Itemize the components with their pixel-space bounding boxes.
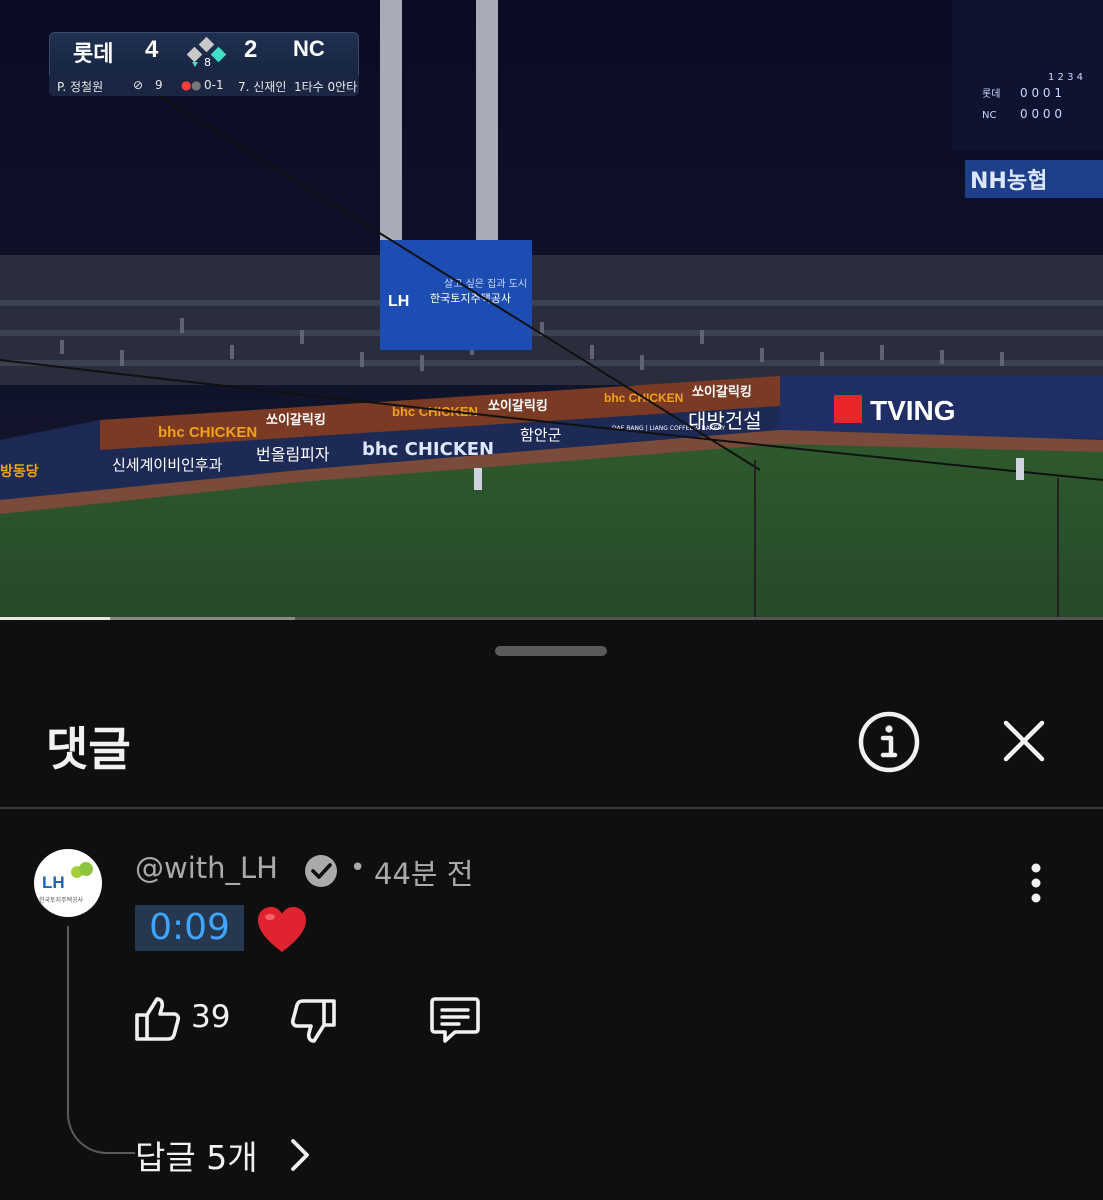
batter-stat: 1타수 0안타 xyxy=(294,80,358,94)
lh-leaf-icon xyxy=(71,862,93,878)
player xyxy=(474,468,482,490)
ad-ssoi-3: 쏘이갈릭킹 xyxy=(692,384,752,399)
lh-logo: LH xyxy=(388,293,409,310)
lh-name: 한국토지주택공사 xyxy=(430,292,511,305)
like-count: 39 xyxy=(191,999,231,1035)
thumb-down-icon[interactable] xyxy=(290,997,338,1045)
light-pole xyxy=(380,0,402,245)
verified-check-icon xyxy=(305,855,337,887)
ad-pizza: 번올림피자 xyxy=(256,445,330,464)
out-indicator: ● xyxy=(181,78,192,92)
inning-number: 8 xyxy=(204,56,211,69)
comments-sheet: 댓글 LH 한국토지주택공사 @with_LH • 44분 전 0:09 39 xyxy=(0,621,1103,1200)
ad-haman: 함안군 xyxy=(520,426,562,444)
ad-tving: TVING xyxy=(870,395,956,426)
video-player[interactable]: 살고 싶은 집과 도시 한국토지주택공사 LH NH농협 1 2 3 4 롯데 … xyxy=(0,0,1103,620)
ad-daebang: 대방건설 xyxy=(688,409,762,433)
comment-author[interactable]: @with_LH xyxy=(135,851,278,885)
red-heart-emoji xyxy=(258,907,306,952)
close-icon[interactable] xyxy=(996,713,1052,769)
team-right: NC xyxy=(293,36,325,61)
ad-ssoi-1: 쏘이갈릭킹 xyxy=(266,412,326,427)
info-circle-icon[interactable] xyxy=(856,709,922,775)
scoreboard-overlay: 롯데 4 8 2 NC P. 정철원 ⊘ 9 ● ● 0-1 7. 신재인 1타… xyxy=(49,32,359,96)
view-replies-link[interactable]: 답글 5개 xyxy=(135,1131,258,1177)
thumb-up-icon[interactable] xyxy=(133,995,181,1043)
mini-innings: 1 2 3 4 xyxy=(1048,72,1083,83)
more-vertical-icon[interactable] xyxy=(1016,859,1056,907)
score-right: 2 xyxy=(244,36,258,63)
progress-played xyxy=(0,617,111,620)
score-left: 4 xyxy=(145,36,159,63)
light-pole xyxy=(476,0,498,240)
mini-row1-team: 롯데 xyxy=(982,88,1000,100)
comment-time: 44분 전 xyxy=(374,857,474,891)
team-left: 롯데 xyxy=(73,41,114,66)
batter-name: 7. 신재인 xyxy=(238,80,287,94)
mini-row2-team: NC xyxy=(982,110,996,121)
baseball-icon: ⊘ xyxy=(133,78,144,92)
pitcher-name: P. 정철원 xyxy=(57,80,104,94)
nh-sign: NH농협 xyxy=(970,169,1047,194)
ball-strike-count: 0-1 xyxy=(204,78,224,92)
divider xyxy=(0,807,1103,809)
comment-reply-icon[interactable] xyxy=(429,995,481,1045)
mini-row1-scores: 0 0 0 1 xyxy=(1020,86,1062,100)
comment-timestamp-link[interactable]: 0:09 xyxy=(135,905,244,951)
ad-shinsegae: 신세계이비인후과 xyxy=(112,456,223,474)
mini-row2-scores: 0 0 0 0 xyxy=(1020,107,1062,121)
thread-line xyxy=(67,926,135,1154)
sheet-title: 댓글 xyxy=(46,722,131,776)
ad-ssoi-2: 쏘이갈릭킹 xyxy=(488,398,548,413)
drag-handle[interactable] xyxy=(495,646,607,656)
avatar-logo: LH xyxy=(42,873,65,892)
meta-separator: • xyxy=(350,853,366,883)
avatar-subtitle: 한국토지주택공사 xyxy=(39,897,84,904)
chevron-right-icon[interactable] xyxy=(288,1137,312,1173)
avatar[interactable]: LH 한국토지주택공사 xyxy=(34,849,102,917)
out-indicator: ● xyxy=(191,78,202,92)
pitch-count: 9 xyxy=(155,78,163,92)
ad-side: 방동당 xyxy=(0,463,39,479)
player xyxy=(1016,458,1024,480)
video-progress-bar[interactable] xyxy=(0,617,1103,620)
ad-bhc-1: bhc CHICKEN xyxy=(158,424,257,441)
